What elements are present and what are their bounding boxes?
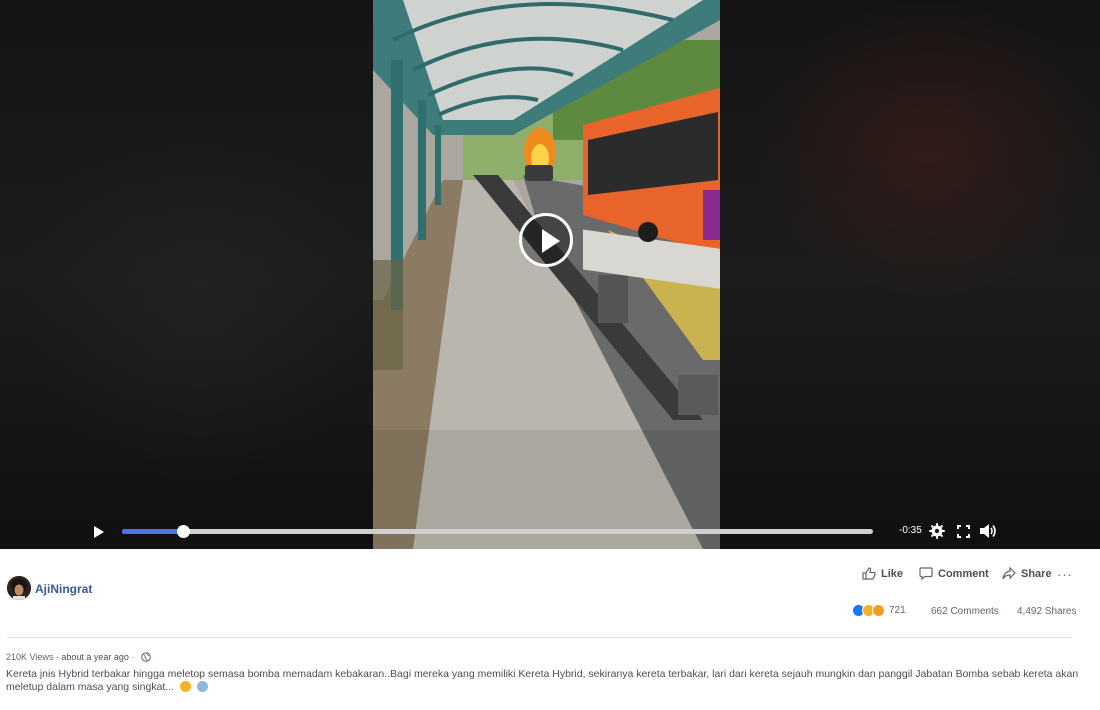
scream-emoji-icon xyxy=(180,681,192,692)
meta-separator: · xyxy=(128,652,137,662)
video-player[interactable]: -0:35 xyxy=(0,0,1100,549)
fearful-emoji-icon xyxy=(196,681,208,692)
progress-scrubber[interactable] xyxy=(176,525,190,538)
reactions-count: 721 xyxy=(889,605,906,616)
fullscreen-icon xyxy=(956,524,970,538)
share-label: Share xyxy=(1021,567,1052,580)
settings-button[interactable] xyxy=(928,522,946,540)
comment-button[interactable]: Comment xyxy=(919,567,989,580)
volume-button[interactable] xyxy=(979,522,997,540)
avatar[interactable] xyxy=(7,576,31,600)
timestamp-link[interactable]: about a year ago xyxy=(61,652,129,662)
video-scene-image xyxy=(373,0,720,549)
volume-icon xyxy=(980,524,996,538)
comment-label: Comment xyxy=(938,567,989,580)
view-count: 210K Views xyxy=(6,652,54,662)
more-options-button[interactable]: ··· xyxy=(1057,567,1073,582)
post-description-text: Kereta jnis Hybrid terbakar hingga melet… xyxy=(6,668,1079,693)
video-controls-bar: -0:35 xyxy=(0,515,1100,549)
like-label: Like xyxy=(881,567,904,580)
comments-count-link[interactable]: 662 Comments xyxy=(931,606,999,617)
progress-fill xyxy=(122,529,183,534)
post-details: AjiNingrat Like Comment Share ··· 721 66… xyxy=(0,549,1100,710)
play-icon xyxy=(94,526,104,538)
thumbs-up-icon xyxy=(862,567,876,580)
share-icon xyxy=(1002,567,1016,580)
play-overlay-button[interactable] xyxy=(519,213,573,267)
play-icon xyxy=(542,229,560,253)
meta-separator: · xyxy=(53,652,62,662)
share-button[interactable]: Share xyxy=(1002,567,1052,580)
fullscreen-button[interactable] xyxy=(954,522,972,540)
sad-reaction-icon xyxy=(872,604,885,617)
avatar-image xyxy=(7,576,31,600)
reactions-summary[interactable]: 721 xyxy=(852,604,906,617)
like-button[interactable]: Like xyxy=(862,567,903,580)
time-remaining: -0:35 xyxy=(899,525,922,536)
shares-count-link[interactable]: 4,492 Shares xyxy=(1017,606,1077,617)
gear-icon xyxy=(929,523,945,539)
divider xyxy=(7,637,1072,638)
progress-track[interactable] xyxy=(122,525,873,538)
comment-icon xyxy=(919,567,933,580)
post-meta: 210K Views · about a year ago · xyxy=(6,652,151,662)
post-description: Kereta jnis Hybrid terbakar hingga melet… xyxy=(6,668,1086,694)
globe-icon xyxy=(141,652,151,662)
author-name-link[interactable]: AjiNingrat xyxy=(35,582,92,596)
video-frame[interactable] xyxy=(373,0,720,549)
play-button[interactable] xyxy=(92,525,106,539)
